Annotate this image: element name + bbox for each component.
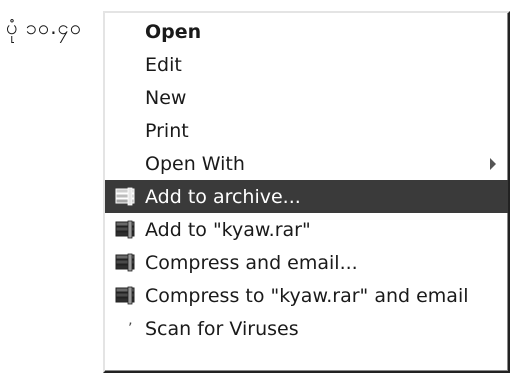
winrar-archive-icon bbox=[115, 220, 135, 239]
menu-item-label: Open bbox=[145, 20, 202, 43]
scan-icon: ’ bbox=[128, 321, 133, 337]
menu-item-print[interactable]: Print bbox=[105, 114, 508, 147]
menu-item-edit[interactable]: Edit bbox=[105, 48, 508, 81]
menu-item-label: Print bbox=[145, 119, 189, 142]
winrar-archive-icon bbox=[115, 187, 135, 206]
menu-item-label: Scan for Viruses bbox=[145, 317, 299, 340]
menu-item-label: Add to "kyaw.rar" bbox=[145, 218, 311, 241]
figure-caption: ပုံ ၁၀.၄၀ bbox=[6, 15, 83, 39]
menu-item-label: Add to archive... bbox=[145, 185, 301, 208]
menu-item-label: Edit bbox=[145, 53, 182, 76]
menu-item-label: Compress to "kyaw.rar" and email bbox=[145, 284, 469, 307]
context-menu: Open Edit New Print Open With Add to arc… bbox=[103, 11, 510, 373]
menu-item-open-with[interactable]: Open With bbox=[105, 147, 508, 180]
menu-item-scan-for-viruses[interactable]: ’ Scan for Viruses bbox=[105, 312, 508, 345]
menu-item-compress-and-email[interactable]: Compress and email... bbox=[105, 246, 508, 279]
menu-item-new[interactable]: New bbox=[105, 81, 508, 114]
menu-item-label: Compress and email... bbox=[145, 251, 358, 274]
menu-item-open[interactable]: Open bbox=[105, 15, 508, 48]
submenu-arrow-icon bbox=[490, 158, 496, 170]
winrar-archive-icon bbox=[115, 286, 135, 305]
menu-item-add-to-kyaw-rar[interactable]: Add to "kyaw.rar" bbox=[105, 213, 508, 246]
menu-item-label: New bbox=[145, 86, 187, 109]
menu-item-label: Open With bbox=[145, 152, 245, 175]
menu-item-add-to-archive[interactable]: Add to archive... bbox=[105, 180, 508, 213]
winrar-archive-icon bbox=[115, 253, 135, 272]
menu-item-compress-to-kyaw-rar-and-email[interactable]: Compress to "kyaw.rar" and email bbox=[105, 279, 508, 312]
